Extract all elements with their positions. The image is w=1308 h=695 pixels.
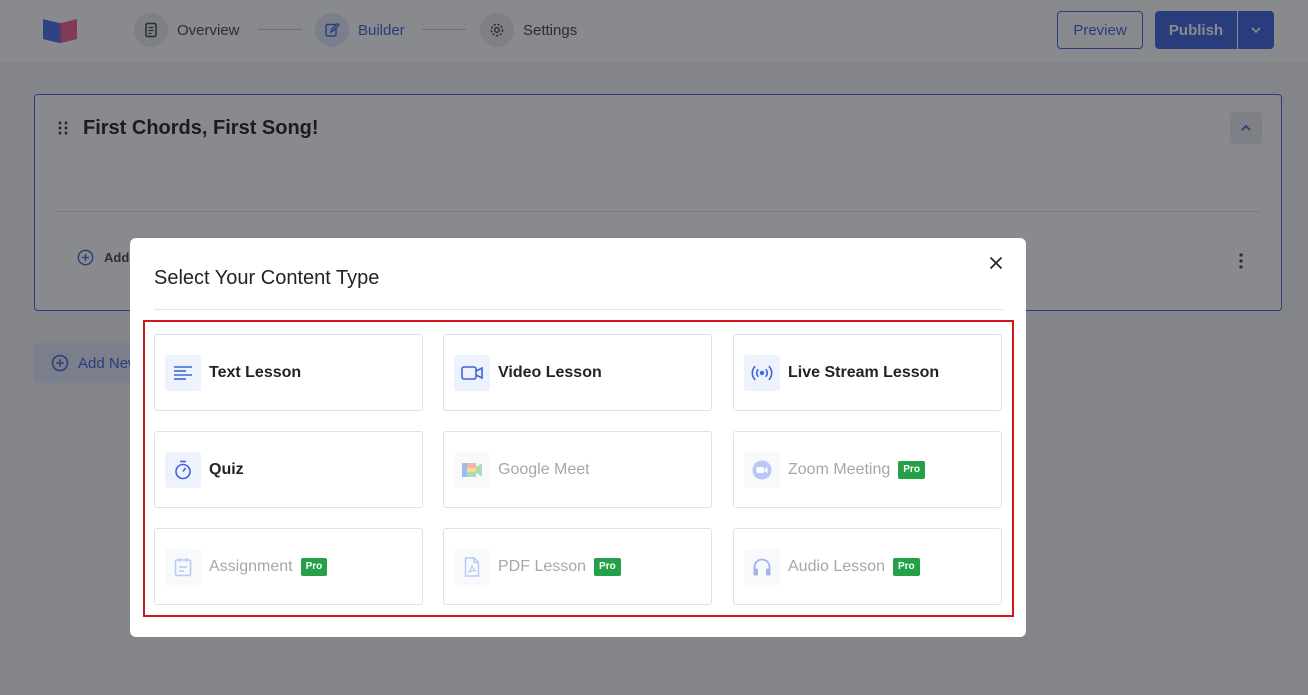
pro-badge: Pro [300,557,328,576]
pro-badge: Pro [892,557,920,576]
text-lines-icon [165,354,201,391]
option-assignment[interactable]: Assignment Pro [154,528,423,605]
modal-divider [154,309,1004,310]
close-icon [989,256,1003,270]
option-live-stream-lesson[interactable]: Live Stream Lesson [733,334,1002,411]
option-label: Audio Lesson [788,557,885,575]
headphones-icon [744,548,780,585]
option-label: Assignment [209,557,293,575]
option-label: Google Meet [498,460,590,478]
option-video-lesson[interactable]: Video Lesson [443,334,712,411]
modal-title: Select Your Content Type [154,267,380,289]
close-modal-button[interactable] [986,253,1006,273]
calendar-icon [165,548,201,585]
google-meet-icon [454,451,490,488]
pro-badge: Pro [594,557,621,576]
option-label: Video Lesson [498,363,602,381]
option-label: Zoom Meeting [788,460,891,478]
option-text-lesson[interactable]: Text Lesson [154,334,423,411]
zoom-icon [744,451,780,488]
option-pdf-lesson[interactable]: PDF Lesson Pro [443,528,712,605]
content-type-modal: Select Your Content Type Text Lesson Vid… [130,238,1026,637]
option-google-meet[interactable]: Google Meet [443,431,712,508]
option-label: PDF Lesson [498,557,587,575]
option-label: Live Stream Lesson [788,363,940,381]
pro-badge: Pro [898,460,925,479]
option-label: Quiz [209,460,244,478]
video-camera-icon [454,354,490,391]
stopwatch-icon [165,451,201,488]
broadcast-icon [744,354,780,391]
option-audio-lesson[interactable]: Audio Lesson Pro [733,528,1002,605]
option-zoom-meeting[interactable]: Zoom Meeting Pro [733,431,1002,508]
pdf-file-icon [454,548,490,585]
option-quiz[interactable]: Quiz [154,431,423,508]
option-label: Text Lesson [209,363,302,381]
